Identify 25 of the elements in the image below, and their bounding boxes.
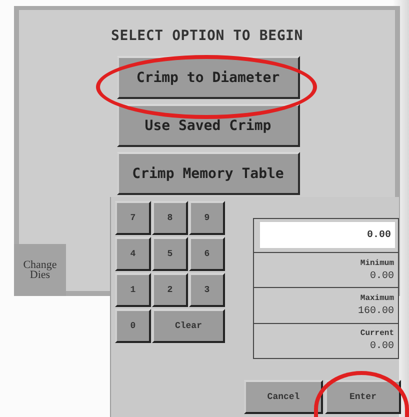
option-button[interactable]: Crimp to Diameter [116, 56, 300, 99]
change-dies-button[interactable]: Change Dies [14, 244, 66, 296]
keypad-key[interactable]: 4 [115, 237, 151, 271]
screen-title: SELECT OPTION TO BEGIN [110, 28, 304, 44]
keypad-key[interactable]: 1 [115, 273, 151, 307]
dialog-button[interactable]: Cancel [244, 380, 323, 414]
option-button[interactable]: Use Saved Crimp [116, 104, 300, 147]
limit-label: Minimum [360, 258, 394, 268]
limit-value: 160.00 [358, 306, 394, 317]
keypad-key[interactable]: 0 [115, 309, 151, 343]
keypad-key[interactable]: Clear [152, 309, 225, 343]
value-input[interactable]: 0.00 [260, 222, 395, 248]
limit-label: Current [360, 329, 394, 338]
keypad-key[interactable]: 9 [189, 201, 225, 235]
limit-value: 0.00 [370, 341, 394, 352]
option-button[interactable]: Crimp Memory Table [116, 152, 300, 195]
keypad-key[interactable]: 2 [152, 273, 188, 307]
keypad-key[interactable]: 7 [115, 201, 151, 235]
keypad-key[interactable]: 8 [152, 201, 188, 235]
keypad-key[interactable]: 6 [189, 237, 225, 271]
keypad-key[interactable]: 5 [152, 237, 188, 271]
keypad-key[interactable]: 3 [189, 273, 225, 307]
limit-value: 0.00 [370, 270, 394, 282]
dialog-button[interactable]: Enter [325, 380, 401, 414]
limit-label: Maximum [360, 294, 394, 303]
